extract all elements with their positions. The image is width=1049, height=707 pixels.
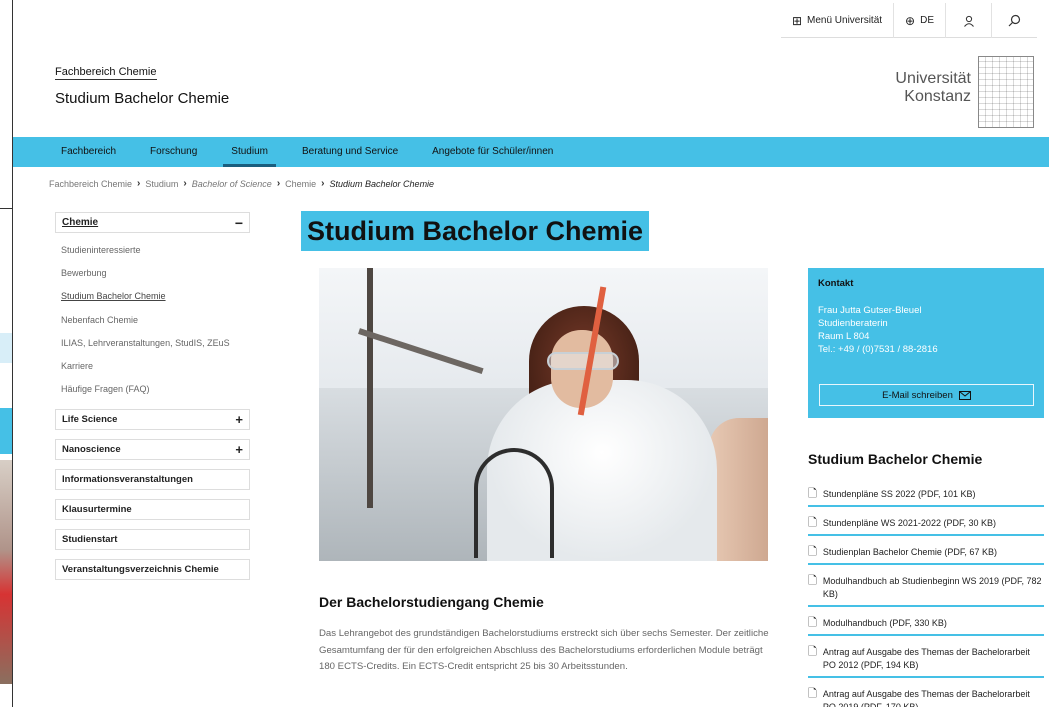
email-button-label: E-Mail schreiben [882, 389, 953, 401]
nav-studium[interactable]: Studium [223, 137, 276, 167]
sidebar-item-studieninteressierte[interactable]: Studieninteressierte [55, 241, 250, 264]
nav-fachbereich[interactable]: Fachbereich [61, 137, 116, 167]
contact-role: Studienberaterin [818, 318, 888, 329]
university-name-line2: Konstanz [904, 88, 971, 105]
document-icon: 🗋 [808, 687, 817, 700]
background-title-fragment [0, 408, 12, 454]
sidebar-section-veranstaltungsverzeichnis[interactable]: Veranstaltungsverzeichnis Chemie [55, 559, 250, 581]
browser-page: ⊞ Menü Universität ⊕ DE Fachbereich Chem… [12, 0, 1049, 707]
sidebar-section-label: Studienstart [62, 534, 118, 546]
university-name[interactable]: Universität Konstanz [861, 70, 971, 106]
sidebar-section-label: Life Science [62, 414, 118, 426]
search-button[interactable] [991, 3, 1037, 38]
download-link[interactable]: 🗋 Antrag auf Ausgabe des Themas der Bache… [808, 642, 1044, 678]
document-icon: 🗋 [808, 487, 817, 500]
university-name-line1: Universität [895, 70, 971, 87]
chevron-right-icon: › [137, 178, 141, 189]
search-icon [1008, 14, 1021, 27]
sidebar-section-label: Klausurtermine [62, 504, 132, 516]
envelope-icon [958, 390, 971, 400]
download-link[interactable]: 🗋 Modulhandbuch (PDF, 330 KB) [808, 613, 1044, 636]
contact-box: Kontakt Frau Jutta Gutser-Bleuel Studien… [808, 268, 1044, 418]
download-link[interactable]: 🗋 Antrag auf Ausgabe des Themas der Bache… [808, 684, 1044, 707]
download-label: Modulhandbuch ab Studienbeginn WS 2019 (… [822, 576, 1042, 599]
breadcrumb-item[interactable]: Chemie [285, 179, 316, 189]
department-link[interactable]: Fachbereich Chemie [55, 66, 157, 80]
expand-icon[interactable]: + [235, 442, 243, 457]
sidebar-section-label: Informationsveranstaltungen [62, 474, 193, 486]
sidebar-item-faq[interactable]: Häufige Fragen (FAQ) [55, 380, 250, 403]
globe-icon: ⊕ [905, 13, 916, 28]
download-label: Antrag auf Ausgabe des Themas der Bachel… [822, 647, 1030, 670]
sidebar-section-life-science[interactable]: Life Science + [55, 409, 250, 431]
sidebar-item-bewerbung[interactable]: Bewerbung [55, 264, 250, 287]
contact-title: Kontakt [818, 278, 854, 289]
sidebar-item-ilias[interactable]: ILIAS, Lehrveranstaltungen, StudIS, ZEuS [55, 334, 250, 357]
sidebar-section-label: Nanoscience [62, 444, 121, 456]
main-navigation: Fachbereich Forschung Studium Beratung u… [13, 137, 1049, 167]
collapse-icon[interactable]: − [235, 215, 243, 231]
chevron-right-icon: › [276, 178, 281, 189]
document-icon: 🗋 [808, 516, 817, 529]
sidebar-section-label: Chemie [62, 217, 99, 228]
nav-beratung[interactable]: Beratung und Service [302, 137, 398, 167]
language-label: DE [920, 15, 934, 26]
document-icon: 🗋 [808, 574, 817, 587]
background-image-fragment [0, 460, 12, 684]
download-label: Modulhandbuch (PDF, 330 KB) [822, 618, 947, 628]
download-label: Studienplan Bachelor Chemie (PDF, 67 KB) [822, 547, 997, 557]
menu-universitaet-label: Menü Universität [807, 15, 883, 26]
background-nav-fragment [0, 333, 12, 363]
sidebar-section-informationsveranstaltungen[interactable]: Informationsveranstaltungen [55, 469, 250, 491]
nav-forschung[interactable]: Forschung [150, 137, 197, 167]
sidebar-section-chemie[interactable]: Chemie − [55, 212, 250, 233]
chevron-right-icon: › [183, 178, 187, 189]
document-icon: 🗋 [808, 616, 817, 629]
download-label: Stundenpläne SS 2022 (PDF, 101 KB) [822, 489, 976, 499]
download-label: Stundenpläne WS 2021-2022 (PDF, 30 KB) [822, 518, 996, 528]
download-link[interactable]: 🗋 Stundenpläne SS 2022 (PDF, 101 KB) [808, 484, 1044, 507]
document-icon: 🗋 [808, 645, 817, 658]
contact-phone[interactable]: Tel.: +49 / (0)7531 / 88-2816 [818, 343, 1034, 356]
downloads-list: 🗋 Stundenpläne SS 2022 (PDF, 101 KB) 🗋 Stu… [808, 484, 1044, 707]
document-icon: 🗋 [808, 545, 817, 558]
breadcrumb-item[interactable]: Bachelor of Science [192, 179, 272, 189]
university-logo[interactable] [978, 56, 1034, 128]
grid-icon: ⊞ [791, 13, 802, 28]
chevron-right-icon: › [321, 178, 325, 189]
sidebar-section-label: Veranstaltungsverzeichnis Chemie [62, 564, 219, 576]
section-heading: Der Bachelorstudiengang Chemie [319, 594, 544, 610]
expand-icon[interactable]: + [235, 412, 243, 427]
download-link[interactable]: 🗋 Stundenpläne WS 2021-2022 (PDF, 30 KB) [808, 513, 1044, 536]
email-button[interactable]: E-Mail schreiben [819, 384, 1034, 406]
site-title: Studium Bachelor Chemie [55, 90, 230, 107]
download-link[interactable]: 🗋 Modulhandbuch ab Studienbeginn WS 2019 … [808, 571, 1044, 607]
sidebar-section-studienstart[interactable]: Studienstart [55, 529, 250, 551]
downloads-title: Studium Bachelor Chemie [808, 451, 983, 467]
sidebar-item-nebenfach[interactable]: Nebenfach Chemie [55, 311, 250, 334]
page-title: Studium Bachelor Chemie [301, 211, 650, 251]
sidebar-section-klausurtermine[interactable]: Klausurtermine [55, 499, 250, 521]
contact-room: Raum L 804 [818, 331, 870, 342]
breadcrumb-item[interactable]: Studium [145, 179, 178, 189]
menu-universitaet-button[interactable]: ⊞ Menü Universität [781, 3, 893, 38]
sidebar-item-karriere[interactable]: Karriere [55, 357, 250, 380]
contact-name: Frau Jutta Gutser-Bleuel [818, 305, 922, 316]
sidebar-item-studium-bachelor[interactable]: Studium Bachelor Chemie [55, 287, 250, 310]
download-link[interactable]: 🗋 Studienplan Bachelor Chemie (PDF, 67 KB… [808, 542, 1044, 565]
download-label: Antrag auf Ausgabe des Themas der Bachel… [822, 689, 1030, 707]
nav-angebote[interactable]: Angebote für Schüler/innen [432, 137, 553, 167]
breadcrumb: Fachbereich Chemie › Studium › Bachelor … [49, 178, 434, 189]
hero-image [319, 268, 768, 561]
intro-paragraph: Das Lehrangebot des grundständigen Bache… [319, 628, 769, 672]
sidebar-section-nanoscience[interactable]: Nanoscience + [55, 439, 250, 461]
breadcrumb-item[interactable]: Fachbereich Chemie [49, 179, 132, 189]
user-icon [963, 15, 974, 27]
language-button[interactable]: ⊕ DE [893, 3, 945, 38]
sidebar-navigation: Chemie − Studieninteressierte Bewerbung … [55, 212, 250, 589]
breadcrumb-current: Studium Bachelor Chemie [329, 178, 435, 189]
login-button[interactable] [945, 3, 991, 38]
utility-bar: ⊞ Menü Universität ⊕ DE [780, 3, 1037, 38]
